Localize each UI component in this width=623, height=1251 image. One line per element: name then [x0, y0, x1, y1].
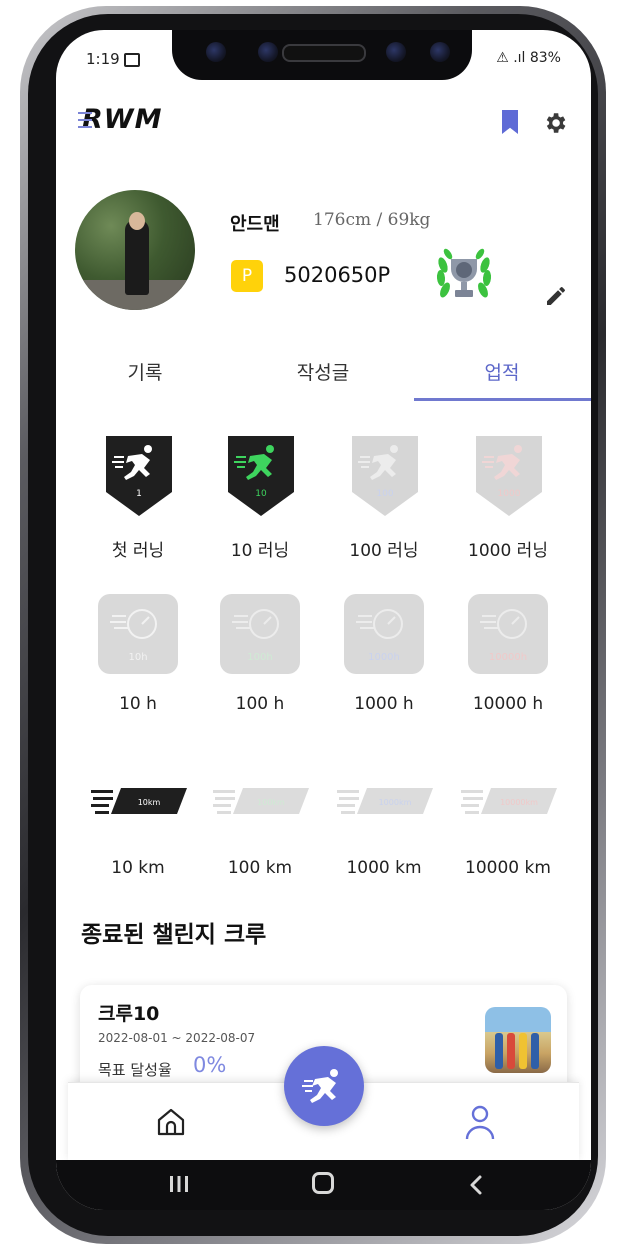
camera-dot — [386, 42, 406, 62]
svg-text:10000km: 10000km — [500, 798, 538, 807]
achievement-label: 10 h — [119, 694, 157, 714]
achievement-label: 10 km — [111, 858, 165, 878]
tab-achievements[interactable]: 업적 — [413, 352, 591, 400]
distance-bar-icon-locked: 100km — [213, 788, 309, 814]
achievement-label: 100 h — [235, 694, 285, 714]
svg-text:1000: 1000 — [498, 489, 521, 499]
start-run-button[interactable] — [284, 1046, 364, 1126]
tab-posts[interactable]: 작성글 — [234, 352, 412, 400]
running-shield-icon-locked: 1000 — [476, 436, 542, 516]
svg-text:1: 1 — [136, 489, 142, 499]
earpiece-speaker — [282, 44, 366, 62]
achievement-label: 100 러닝 — [349, 541, 419, 561]
distance-bar-icon: 10km — [91, 788, 187, 814]
logo-text: RWM — [82, 104, 163, 135]
logo-speed-lines — [78, 112, 92, 133]
achievement-label: 10000 h — [472, 694, 544, 714]
status-time: 1:19 — [86, 50, 141, 68]
edit-pencil-icon[interactable] — [544, 284, 568, 308]
achievement-label: 첫 러닝 — [111, 541, 165, 561]
stopwatch-icon-locked: 1000h — [344, 594, 424, 674]
svg-text:100: 100 — [376, 489, 393, 499]
home-icon[interactable] — [154, 1105, 188, 1139]
profile-tabs: 기록 작성글 업적 — [56, 352, 591, 402]
svg-text:10h: 10h — [128, 652, 147, 663]
svg-text:100h: 100h — [247, 652, 272, 663]
running-shield-icon-locked: 100 — [352, 436, 418, 516]
svg-text:1000km: 1000km — [379, 798, 412, 807]
active-tab-indicator — [414, 398, 591, 401]
camera-notch — [172, 30, 472, 80]
runner-icon — [302, 1069, 338, 1103]
stopwatch-icon-locked: 10h — [98, 594, 178, 674]
camera-dot — [258, 42, 278, 62]
crew-goal-label: 목표 달성율 — [98, 1061, 172, 1079]
profile-name: 안드맨 — [230, 214, 280, 235]
system-navigation-bar — [56, 1160, 591, 1210]
svg-text:10000h: 10000h — [489, 652, 527, 663]
crew-name: 크루10 — [98, 1003, 160, 1025]
svg-text:10km: 10km — [138, 798, 161, 807]
running-shield-icon: 10 — [228, 436, 294, 516]
camera-dot — [430, 42, 450, 62]
achievement-label: 10000 km — [465, 858, 551, 878]
svg-text:100km: 100km — [257, 798, 285, 807]
achievement-label: 1000 러닝 — [468, 541, 548, 561]
crew-dates: 2022-08-01 ~ 2022-08-07 — [98, 1031, 256, 1045]
achievement-label: 100 km — [227, 858, 293, 878]
distance-bar-icon-locked: 10000km — [461, 788, 557, 814]
running-shield-icon: 1 — [106, 436, 172, 516]
achievement-label: 1000 h — [354, 694, 414, 714]
avatar — [75, 190, 195, 310]
svg-text:10: 10 — [255, 489, 267, 499]
points-value: 5020650P — [284, 263, 391, 287]
system-home-icon[interactable] — [312, 1172, 334, 1194]
achievement-label: 1000 km — [346, 858, 422, 878]
stopwatch-icon-locked: 100h — [220, 594, 300, 674]
trophy-icon — [436, 248, 492, 298]
tab-records[interactable]: 기록 — [56, 352, 234, 400]
bookmark-icon[interactable] — [502, 110, 518, 134]
recents-icon[interactable] — [168, 1174, 190, 1194]
achievement-label: 10 러닝 — [230, 541, 290, 561]
camera-dot — [206, 42, 226, 62]
distance-bar-icon-locked: 1000km — [337, 788, 433, 814]
points-badge-icon: P — [231, 260, 263, 292]
profile-icon[interactable] — [463, 1103, 497, 1141]
status-icons: ⚠ .ıl 83% — [496, 50, 561, 66]
app-logo: RWM — [78, 104, 163, 135]
stopwatch-icon-locked: 10000h — [468, 594, 548, 674]
profile-height-weight: 176cm / 69kg — [313, 210, 431, 230]
app-screen: 1:19 ⚠ .ıl 83% RWM 안드맨 176cm / 69kg P 50… — [56, 30, 591, 1210]
crew-goal-value: 0% — [193, 1053, 227, 1077]
section-title-ended-crews: 종료된 챌린지 크루 — [81, 922, 267, 948]
gear-icon[interactable] — [542, 110, 568, 136]
back-icon[interactable] — [468, 1174, 484, 1196]
crew-thumbnail — [485, 1007, 551, 1073]
svg-text:1000h: 1000h — [368, 652, 400, 663]
gallery-notification-icon — [124, 52, 141, 67]
